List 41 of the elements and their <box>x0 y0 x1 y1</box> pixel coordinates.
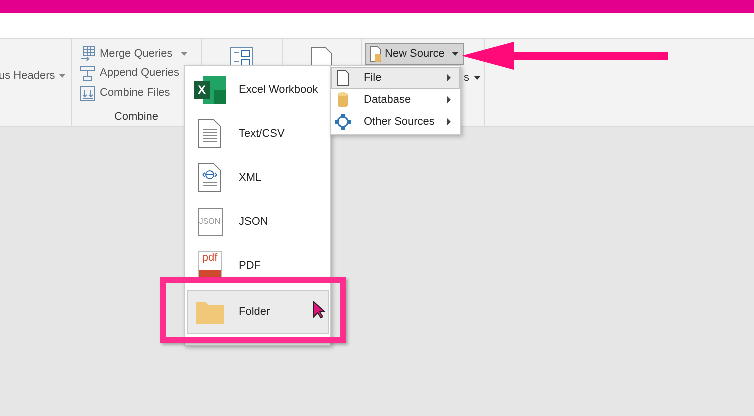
table-merge-icon <box>80 46 96 62</box>
xml-document-icon <box>198 163 222 193</box>
folder-icon <box>196 300 224 324</box>
table-append-icon <box>80 66 96 82</box>
menu-item-label: JSON <box>239 214 268 230</box>
menu-item[interactable]: File <box>331 67 460 89</box>
submenu-arrow-icon <box>447 118 451 126</box>
group-title: Combine <box>114 110 159 126</box>
menu-item[interactable]: Database <box>331 89 460 111</box>
menu-item-label: Database <box>364 92 412 108</box>
menu-item-label: XML <box>239 170 262 186</box>
document-database-icon <box>370 46 382 62</box>
database-icon <box>338 92 348 108</box>
ribbon-label[interactable]: us Headers <box>0 68 66 84</box>
menu-item[interactable]: XML <box>187 156 329 200</box>
cursor-icon <box>313 301 325 319</box>
json-file-icon: JSON <box>198 208 222 236</box>
menu-item-label: Text/CSV <box>239 126 285 142</box>
combine-files-icon <box>80 86 96 102</box>
ribbon-button[interactable]: Merge Queries <box>80 44 188 64</box>
menu-item[interactable]: Other Sources <box>331 111 460 133</box>
menu-item[interactable]: pdf PDF <box>187 244 329 288</box>
menu-item[interactable]: JSON JSON <box>187 200 329 244</box>
ribbon-label[interactable]: s <box>464 70 480 86</box>
submenu-arrow-icon <box>447 74 451 82</box>
menu-item[interactable]: Text/CSV <box>187 112 329 156</box>
menu-item-label: File <box>364 70 383 86</box>
menu-item[interactable]: X Excel Workbook <box>187 68 329 112</box>
menu-item-label: PDF <box>239 258 261 274</box>
menu-item-label: Folder <box>239 304 270 320</box>
menu-item[interactable]: Folder <box>187 290 329 334</box>
document-icon <box>198 119 222 149</box>
submenu-arrow-icon <box>447 96 451 104</box>
ribbon-button[interactable]: Combine Files <box>80 84 170 104</box>
caret-icon <box>452 52 459 56</box>
menu-item-label: Excel Workbook <box>239 82 318 98</box>
menu-item-label: Other Sources <box>364 114 436 130</box>
document-icon <box>337 70 349 86</box>
connector-icon <box>335 114 351 130</box>
ribbon-button[interactable]: Append Queries <box>80 64 180 84</box>
new-source-button[interactable]: New Source <box>365 43 464 65</box>
